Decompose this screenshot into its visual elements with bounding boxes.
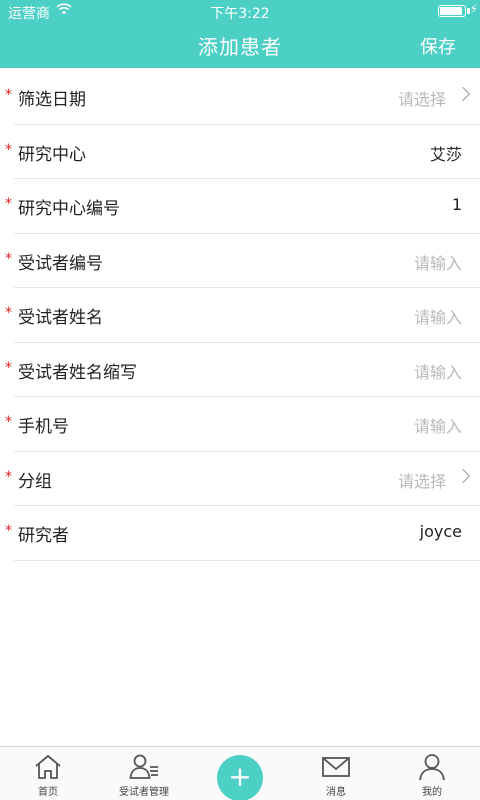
- required-asterisk: *: [5, 468, 12, 485]
- tab-messages-label: 消息: [326, 787, 346, 798]
- field-input[interactable]: 请输入: [414, 304, 462, 328]
- subject-manage-icon: [129, 753, 159, 781]
- clock: 下午3:22: [210, 6, 270, 22]
- tab-messages[interactable]: 消息: [288, 747, 384, 800]
- required-asterisk: *: [5, 196, 12, 212]
- tab-bar: 首页 受试者管理 + 消息 我的: [0, 746, 480, 800]
- field-label: 受试者姓名: [18, 308, 103, 328]
- chevron-right-icon: [455, 86, 471, 102]
- field-label: 筛选日期: [18, 90, 86, 110]
- field-input[interactable]: 请输入: [414, 250, 462, 274]
- tab-subject-management-label: 受试者管理: [119, 787, 169, 798]
- field-input[interactable]: 请输入: [414, 359, 462, 383]
- form-row[interactable]: * 分组 请选择: [5, 452, 480, 506]
- required-asterisk: *: [5, 87, 12, 103]
- field-label: 手机号: [18, 417, 69, 437]
- tab-profile-label: 我的: [422, 787, 442, 798]
- patient-form: * 筛选日期 请选择 * 研究中心 艾莎 * 研究中心编号 1 * 受试者编号 请输入 * 受试者姓名 请输…: [0, 70, 480, 561]
- field-value[interactable]: joyce: [420, 522, 462, 541]
- chevron-right-icon: [455, 468, 471, 483]
- form-row[interactable]: * 研究中心编号 1: [5, 179, 480, 234]
- charging-icon: ⚡: [469, 2, 478, 16]
- field-value[interactable]: 1: [452, 195, 462, 214]
- add-icon[interactable]: +: [217, 755, 263, 800]
- field-label: 研究中心编号: [18, 199, 120, 219]
- save-button[interactable]: 保存: [420, 33, 456, 59]
- field-label: 受试者姓名缩写: [18, 362, 137, 383]
- page-title: 添加患者: [198, 35, 282, 59]
- tab-subject-management[interactable]: 受试者管理: [96, 747, 192, 800]
- field-value[interactable]: 艾莎: [430, 141, 462, 165]
- form-row[interactable]: * 受试者姓名 请输入: [5, 288, 480, 343]
- navigation-bar: 添加患者 保存: [0, 22, 480, 68]
- home-icon: [33, 753, 63, 781]
- tab-home-label: 首页: [38, 787, 58, 798]
- required-asterisk: *: [5, 359, 12, 376]
- form-row[interactable]: * 研究中心 艾莎: [5, 125, 480, 179]
- tab-home[interactable]: 首页: [0, 747, 96, 800]
- required-asterisk: *: [5, 305, 12, 321]
- field-input[interactable]: 请选择: [398, 86, 446, 110]
- field-label: 受试者编号: [18, 253, 103, 274]
- status-bar: 运营商 下午3:22 ⚡: [0, 0, 480, 22]
- form-row[interactable]: * 受试者姓名缩写 请输入: [5, 343, 480, 397]
- required-asterisk: *: [5, 523, 12, 539]
- required-asterisk: *: [5, 141, 12, 158]
- mail-icon: [321, 753, 351, 781]
- field-label: 研究中心: [18, 144, 86, 165]
- required-asterisk: *: [5, 414, 12, 430]
- form-row[interactable]: * 筛选日期 请选择: [5, 70, 480, 125]
- battery-icon: [438, 5, 466, 17]
- required-asterisk: *: [5, 250, 12, 267]
- tab-profile[interactable]: 我的: [384, 747, 480, 800]
- field-input[interactable]: 请选择: [398, 468, 446, 492]
- field-label: 研究者: [18, 526, 69, 546]
- field-input[interactable]: 请输入: [414, 413, 462, 437]
- field-label: 分组: [18, 471, 52, 492]
- form-row[interactable]: * 研究者 joyce: [5, 506, 480, 561]
- tab-add[interactable]: +: [192, 747, 288, 800]
- user-icon: [417, 753, 447, 781]
- form-row[interactable]: * 受试者编号 请输入: [5, 234, 480, 288]
- form-row[interactable]: * 手机号 请输入: [5, 397, 480, 452]
